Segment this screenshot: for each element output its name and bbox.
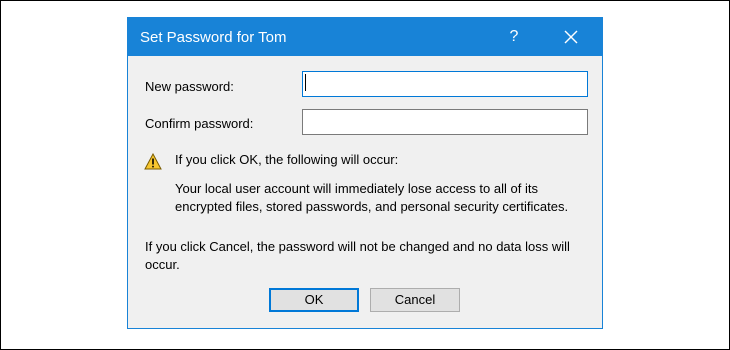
text-caret bbox=[305, 74, 306, 91]
confirm-password-label: Confirm password: bbox=[145, 116, 254, 131]
warning-icon bbox=[144, 152, 162, 175]
close-icon[interactable] bbox=[554, 23, 588, 51]
cancel-note-line-2: occur. bbox=[145, 257, 180, 272]
confirm-password-field[interactable] bbox=[302, 109, 588, 135]
dialog-title: Set Password for Tom bbox=[140, 29, 287, 46]
warning-heading: If you click OK, the following will occu… bbox=[175, 152, 399, 167]
cancel-button[interactable]: Cancel bbox=[370, 288, 460, 312]
dialog-titlebar[interactable]: Set Password for Tom ? bbox=[128, 18, 602, 56]
set-password-dialog: Set Password for Tom ? New password: Con… bbox=[127, 17, 603, 329]
warning-line-1: Your local user account will immediately… bbox=[175, 181, 538, 196]
warning-line-2: encrypted files, stored passwords, and p… bbox=[175, 199, 569, 214]
cancel-note-line-1: If you click Cancel, the password will n… bbox=[145, 239, 570, 254]
help-icon[interactable]: ? bbox=[500, 26, 528, 48]
ok-button[interactable]: OK bbox=[269, 288, 359, 312]
new-password-label: New password: bbox=[145, 79, 234, 94]
new-password-field[interactable] bbox=[302, 71, 588, 97]
